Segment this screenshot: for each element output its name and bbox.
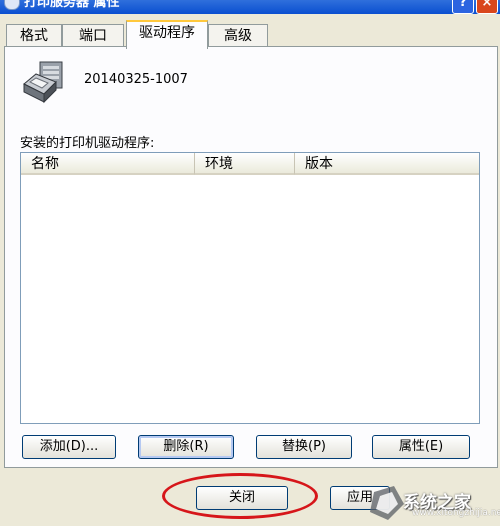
printer-server-icon bbox=[23, 61, 63, 104]
add-driver-button[interactable]: 添加(D)... bbox=[22, 435, 116, 459]
window-close-button[interactable]: × bbox=[476, 0, 498, 14]
delete-driver-button[interactable]: 删除(R) bbox=[138, 435, 234, 459]
printer-window-icon bbox=[4, 0, 20, 10]
replace-driver-button[interactable]: 替换(P) bbox=[256, 435, 352, 459]
drivers-list[interactable]: 名称 环境 版本 bbox=[20, 152, 480, 424]
driver-properties-button[interactable]: 属性(E) bbox=[372, 435, 470, 459]
server-name: 20140325-1007 bbox=[84, 72, 188, 87]
tab-ports[interactable]: 端口 bbox=[62, 24, 124, 47]
help-button[interactable]: ? bbox=[452, 0, 474, 14]
column-header-name[interactable]: 名称 bbox=[21, 153, 195, 175]
tab-drivers[interactable]: 驱动程序 bbox=[126, 20, 208, 49]
installed-drivers-label: 安装的打印机驱动程序: bbox=[20, 136, 155, 151]
close-button-highlight bbox=[162, 473, 318, 519]
tab-advanced[interactable]: 高级 bbox=[208, 24, 268, 47]
watermark-url: www.xitongzhijia.net bbox=[412, 508, 500, 518]
title-bar: 打印服务器 属性 ? × bbox=[0, 0, 500, 14]
column-header-environment[interactable]: 环境 bbox=[195, 153, 295, 175]
column-header-version[interactable]: 版本 bbox=[295, 153, 479, 175]
tab-format[interactable]: 格式 bbox=[6, 24, 62, 47]
window-title: 打印服务器 属性 bbox=[24, 0, 120, 10]
